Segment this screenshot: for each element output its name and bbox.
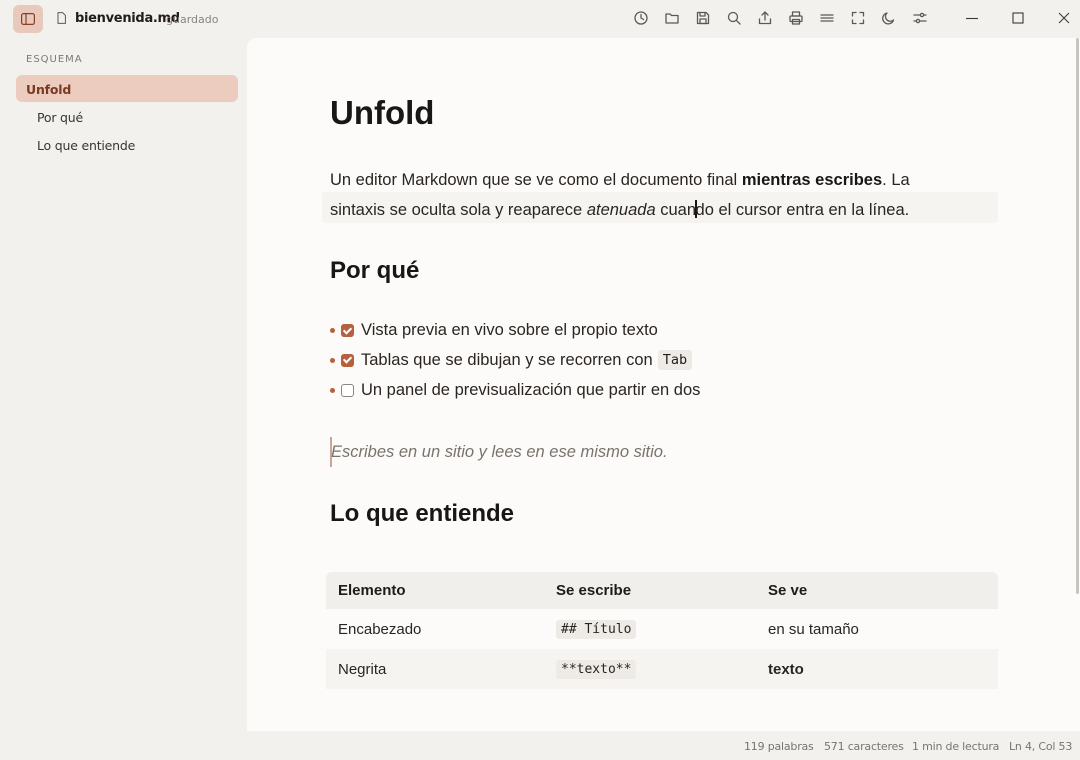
close-icon[interactable] xyxy=(1056,10,1072,26)
task-text: Un panel de previsualización que partir … xyxy=(361,381,701,399)
outline-item-unfold[interactable]: Unfold xyxy=(16,75,238,102)
history-icon[interactable] xyxy=(633,10,649,26)
maximize-icon[interactable] xyxy=(1010,10,1026,26)
table-cell: en su tamaño xyxy=(768,609,859,649)
fullscreen-icon[interactable] xyxy=(850,10,866,26)
sidebar-toggle-button[interactable] xyxy=(13,5,43,33)
editor-area[interactable]: Unfold Un editor Markdown que se ve como… xyxy=(247,38,1080,731)
italic-text: atenuada xyxy=(586,201,656,219)
document-icon xyxy=(57,12,66,24)
heading-por-que: Por qué xyxy=(330,257,420,284)
table-header-cell: Se ve xyxy=(768,582,808,599)
file-name: bienvenida.md xyxy=(75,11,180,26)
paragraph-text: Un editor Markdown que se ve como el doc… xyxy=(330,171,742,189)
cursor-position: Ln 4, Col 53 xyxy=(1009,740,1073,753)
task-item: Vista previa en vivo sobre el propio tex… xyxy=(330,321,658,340)
outline-item-por-que[interactable]: Por qué xyxy=(37,110,83,125)
outline-item-lo-que-entiende[interactable]: Lo que entiende xyxy=(37,138,135,153)
status-bar: 119 palabras 571 caracteres 1 min de lec… xyxy=(0,731,1080,760)
title-bar: bienvenida.md guardado xyxy=(0,0,1080,38)
reading-time: 1 min de lectura xyxy=(912,740,1000,753)
bullet-dot xyxy=(330,388,335,393)
save-status: guardado xyxy=(166,13,219,26)
cell-text: en su tamaño xyxy=(768,620,859,638)
paragraph-text: cuan xyxy=(655,201,697,219)
task-text: Vista previa en vivo sobre el propio tex… xyxy=(361,321,658,339)
heading-lo-que-entiende: Lo que entiende xyxy=(330,500,515,527)
table-cell: Negrita xyxy=(338,649,386,689)
checkbox-checked[interactable] xyxy=(341,353,354,367)
folder-icon[interactable] xyxy=(664,10,680,26)
table-cell: ## Título xyxy=(556,609,637,649)
cell-text: Encabezado xyxy=(338,620,422,638)
task-text: Tablas que se dibujan y se recorren con xyxy=(361,350,653,369)
cell-code: **texto** xyxy=(556,659,637,679)
quote-text: Escribes en un sitio y lees en ese mismo… xyxy=(331,443,668,461)
checkbox-checked[interactable] xyxy=(341,324,354,337)
bullet-dot xyxy=(330,328,335,333)
vertical-scrollbar[interactable] xyxy=(1076,38,1079,594)
word-count: 119 palabras xyxy=(744,740,814,753)
markdown-table: Elemento Se escribe Se ve Encabezado ## … xyxy=(326,572,998,689)
bullet-dot xyxy=(330,357,335,363)
bold-text: mientras escribes xyxy=(741,171,883,189)
table-cell: **texto** xyxy=(556,649,637,689)
task-item: Tablas que se dibujan y se recorren con … xyxy=(330,350,693,370)
dark-mode-icon[interactable] xyxy=(881,10,897,26)
table-header-row: Elemento Se escribe Se ve xyxy=(326,572,998,609)
paragraph-text: do el cursor entra en la línea. xyxy=(695,201,910,219)
cell-code: ## Título xyxy=(556,619,637,639)
save-icon[interactable] xyxy=(695,10,711,26)
cell-text: Negrita xyxy=(338,660,387,678)
settings-sliders-icon[interactable] xyxy=(912,10,928,26)
table-header-cell: Elemento xyxy=(338,582,406,599)
print-icon[interactable] xyxy=(788,10,804,26)
minimize-icon[interactable] xyxy=(964,10,980,26)
task-item: Un panel de previsualización que partir … xyxy=(330,381,700,400)
intro-paragraph[interactable]: Un editor Markdown que se ve como el doc… xyxy=(330,165,930,225)
table-cell: Encabezado xyxy=(338,609,421,649)
sidebar-panel-icon xyxy=(21,13,35,25)
inline-code: Tab xyxy=(657,350,693,370)
char-count: 571 caracteres xyxy=(824,740,904,753)
outline-title: ESQUEMA xyxy=(26,54,83,65)
export-icon[interactable] xyxy=(757,10,773,26)
table-row: Negrita **texto** texto xyxy=(326,649,998,689)
heading-unfold: Unfold xyxy=(330,94,435,131)
search-icon[interactable] xyxy=(726,10,742,26)
table-cell: texto xyxy=(768,649,804,689)
line-width-icon[interactable] xyxy=(819,10,835,26)
checkbox-unchecked[interactable] xyxy=(341,384,354,397)
cell-bold-text: texto xyxy=(768,660,804,678)
table-row: Encabezado ## Título en su tamaño xyxy=(326,609,998,649)
blockquote: Escribes en un sitio y lees en ese mismo… xyxy=(330,437,668,467)
table-header-cell: Se escribe xyxy=(556,582,632,599)
